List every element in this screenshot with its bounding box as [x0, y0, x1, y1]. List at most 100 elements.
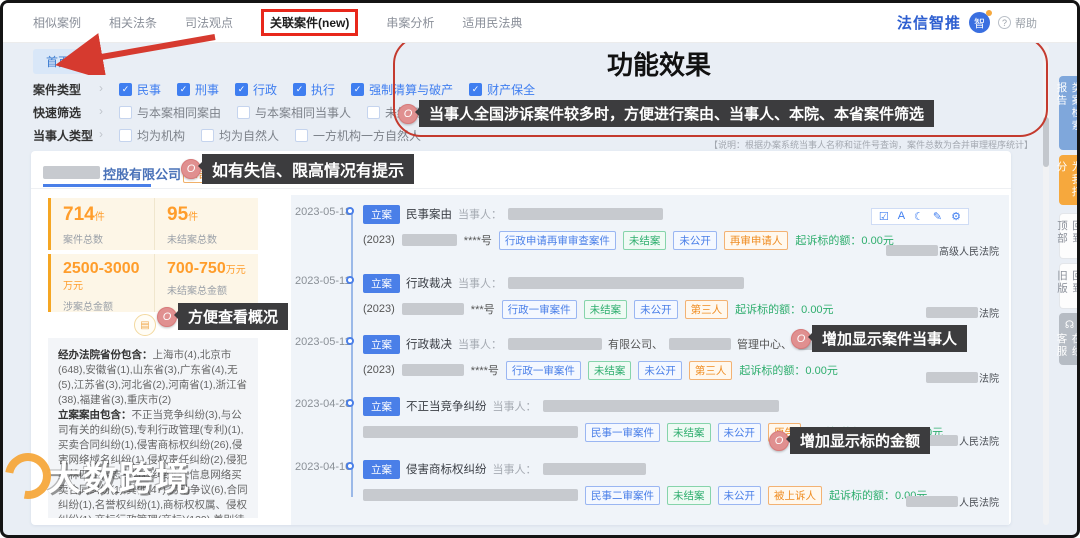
tab-linked-cases[interactable]: 关联案件(new)	[261, 9, 359, 36]
checkbox-icon[interactable]: ✓	[177, 82, 191, 96]
chevron-right-icon: ›	[99, 126, 103, 141]
case-date: 2023-04-10	[295, 461, 352, 473]
redacted-case-number	[401, 234, 457, 246]
annotation-tip-parties: O 增加显示案件当事人	[791, 325, 968, 352]
checkbox-icon[interactable]	[367, 105, 381, 119]
checkbox-label: 与本案相同案由	[137, 105, 222, 120]
court-row: 法院	[926, 305, 999, 320]
case-entry[interactable]: 2023-04-10 立案 侵害商标权纠纷 当事人： 民事二审案件 未结案 未公…	[291, 459, 1009, 505]
case-entry[interactable]: 2023-05-11 立案 行政裁决 当事人： (2023) ***号 行政一审…	[291, 273, 1009, 319]
summary-causes-text: 不正当竞争纠纷(3),与公司有关的纠纷(5),专利行政管理(专利)(1),买卖合…	[58, 409, 248, 518]
amount-label: 起诉标的额：	[795, 235, 862, 247]
checkbox-both-org[interactable]: 均为机构	[119, 127, 185, 144]
brand-icon[interactable]: 智	[969, 10, 992, 33]
party-suffix: 有限公司、	[608, 339, 663, 351]
stat-label: 未结案总数	[167, 235, 217, 246]
checkbox-icon[interactable]: ✓	[119, 82, 132, 96]
role-tag: 第三人	[684, 299, 729, 319]
tab-serial-case-analysis[interactable]: 串案分析	[386, 14, 434, 31]
case-number-prefix: (2023)	[363, 234, 395, 246]
case-cause: 行政裁决	[406, 339, 452, 351]
stat-unit: 万元	[225, 265, 246, 276]
case-number-suffix: ***号	[470, 304, 495, 316]
checkbox-label: 民事	[137, 82, 162, 97]
checkbox-icon[interactable]	[201, 128, 215, 142]
checkbox-icon[interactable]: ✓	[351, 82, 365, 96]
linked-cases-card: 控股有限公司 原告 O 如有失信、限高情况有提示 714件 案件总数 95件 未…	[31, 151, 1011, 525]
checkbox-same-party[interactable]: 与本案相同当事人	[237, 104, 351, 121]
tab-related-laws[interactable]: 相关法条	[109, 14, 157, 31]
checkbox-icon[interactable]: ✓	[235, 82, 249, 96]
tip-text: 增加显示案件当事人	[807, 325, 968, 352]
checkbox-enforcement[interactable]: ✓ 执行	[293, 81, 335, 98]
case-cause: 民事案由	[406, 209, 452, 221]
checkbox-administrative[interactable]: ✓ 行政	[235, 81, 277, 98]
case-date: 2023-05-18	[295, 206, 352, 218]
brand-area: 法信智推 智 ? 帮助	[897, 10, 1077, 33]
timeline-panel: ☑ A ☾ ✎ ⚙ 2023-05-18 立案 民事案由 当事人： (2023)…	[291, 195, 1009, 525]
amount-label: 起诉标的额：	[739, 365, 806, 377]
collapse-badge-icon[interactable]: ▤	[134, 314, 156, 336]
publicity-tag: 未公开	[717, 485, 761, 505]
headset-icon: ☊	[1063, 319, 1076, 333]
summary-courts-label: 经办法院省份包含：	[58, 349, 153, 361]
stage-badge: 立案	[363, 334, 400, 354]
stat-label: 未结案总金额	[167, 286, 227, 297]
select-all-icon[interactable]: ☑	[879, 210, 889, 223]
checkbox-label: 与本案相同当事人	[255, 105, 352, 120]
status-tag: 未结案	[583, 299, 628, 319]
redacted-case-number	[363, 489, 578, 501]
checkbox-icon[interactable]: ✓	[293, 82, 307, 96]
tab-judicial-views[interactable]: 司法观点	[185, 14, 233, 31]
timeline-node-icon	[346, 276, 354, 284]
redacted-court	[886, 245, 938, 256]
procedure-tag: 行政一审案件	[505, 360, 581, 380]
checkbox-icon[interactable]	[119, 128, 132, 142]
tip-text: 如有失信、限高情况有提示	[197, 154, 415, 184]
sidebar-tab-online-service[interactable]: ☊ 在线客服	[1056, 313, 1077, 365]
scrollbar-thumb[interactable]	[1043, 117, 1049, 167]
timeline-node-icon	[346, 399, 354, 407]
font-size-icon[interactable]: A	[898, 210, 905, 223]
checkbox-both-person[interactable]: 均为自然人	[201, 127, 279, 144]
court-suffix: 高级人民法院	[939, 247, 999, 258]
help-label: 帮助	[1015, 17, 1037, 30]
stage-badge: 立案	[363, 204, 400, 224]
redacted-company-name	[43, 166, 100, 179]
party-label: 当事人：	[458, 278, 502, 290]
case-number-prefix: (2023)	[363, 303, 395, 315]
night-mode-icon[interactable]: ☾	[914, 210, 924, 223]
tab-civil-code[interactable]: 适用民法典	[462, 14, 522, 31]
role-tag: 第三人	[688, 360, 733, 380]
sidebar-tab-case-search-report[interactable]: 类案检索报告	[1056, 76, 1077, 150]
party-label: 当事人：	[492, 464, 537, 476]
annotate-icon[interactable]: ✎	[933, 210, 942, 223]
company-tab[interactable]: 控股有限公司	[103, 164, 181, 183]
stat-value: 714	[63, 204, 95, 225]
stat-total-cases: 714件 案件总数	[51, 198, 154, 250]
court-suffix: 人民法院	[959, 498, 999, 509]
help-button[interactable]: ? 帮助	[998, 15, 1037, 31]
sidebar-tab-old-version[interactable]: 回到旧版	[1056, 263, 1077, 309]
checkbox-criminal[interactable]: ✓ 刑事	[177, 81, 219, 98]
sidebar-tab-rate-me[interactable]: 为我打分	[1056, 155, 1077, 205]
settings-icon[interactable]: ⚙	[951, 210, 961, 223]
tip-text: 当事人全国涉诉案件较多时，方便进行案由、当事人、本院、本省案件筛选	[414, 100, 935, 127]
redacted-party	[508, 208, 663, 220]
annotation-tip-credit: O 如有失信、限高情况有提示	[181, 154, 415, 184]
checkbox-civil[interactable]: ✓ 民事	[119, 81, 161, 98]
sidebar-tab-back-to-top[interactable]: 回到顶部	[1056, 213, 1077, 259]
checkbox-icon[interactable]	[237, 105, 251, 119]
filter-label-text: 快速筛选	[33, 105, 82, 120]
timeline-node-icon	[346, 462, 354, 470]
home-tab[interactable]: 首页	[33, 49, 84, 74]
tab-similar-cases[interactable]: 相似案例	[33, 14, 81, 31]
amount-value: 0.00元	[801, 304, 834, 316]
amount-label: 起诉标的额：	[735, 304, 802, 316]
case-cause: 不正当竞争纠纷	[406, 401, 487, 413]
filter-label-text: 当事人类型	[33, 128, 94, 143]
redacted-case-number	[401, 364, 464, 376]
checkbox-icon[interactable]	[119, 105, 132, 119]
checkbox-icon[interactable]	[295, 128, 309, 142]
checkbox-same-cause[interactable]: 与本案相同案由	[119, 104, 221, 121]
